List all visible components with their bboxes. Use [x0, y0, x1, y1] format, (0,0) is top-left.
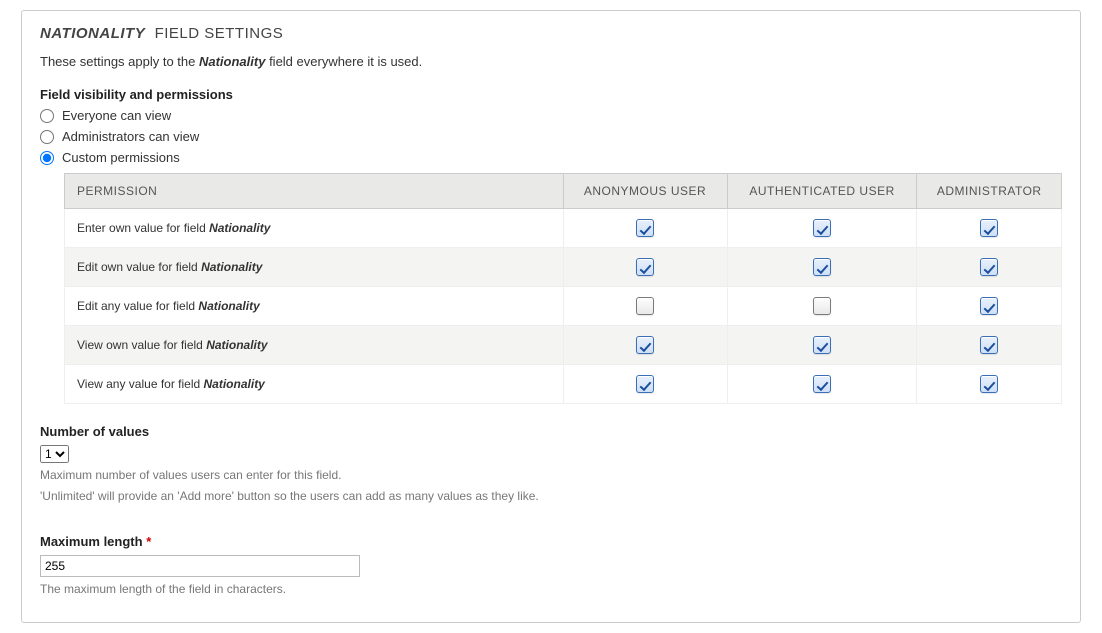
checkbox-anon[interactable] [636, 258, 654, 276]
checkbox-auth[interactable] [813, 297, 831, 315]
permission-cell [727, 365, 917, 404]
permission-cell [727, 209, 917, 248]
checkbox-admin[interactable] [980, 258, 998, 276]
permission-label: View any value for field Nationality [65, 365, 564, 404]
radio-everyone-input[interactable] [40, 109, 54, 123]
col-anonymous: ANONYMOUS USER [563, 174, 727, 209]
radio-label: Custom permissions [62, 150, 180, 165]
permission-label: Edit any value for field Nationality [65, 287, 564, 326]
checkbox-auth[interactable] [813, 219, 831, 237]
radio-custom-permissions[interactable]: Custom permissions [40, 150, 1062, 165]
radio-administrators-can-view[interactable]: Administrators can view [40, 129, 1062, 144]
checkbox-anon[interactable] [636, 297, 654, 315]
field-settings-panel: NATIONALITY FIELD SETTINGS These setting… [21, 10, 1081, 623]
permission-cell [563, 248, 727, 287]
permission-cell [917, 248, 1062, 287]
maximum-length-help: The maximum length of the field in chara… [40, 581, 1062, 598]
number-of-values-select[interactable]: 1 [40, 445, 69, 463]
permission-cell [563, 287, 727, 326]
panel-title-field: NATIONALITY [40, 25, 145, 42]
permission-cell [563, 326, 727, 365]
panel-title-suffix: FIELD SETTINGS [155, 25, 284, 42]
permission-label: Edit own value for field Nationality [65, 248, 564, 287]
radio-label: Administrators can view [62, 129, 199, 144]
permissions-table-wrap: PERMISSION ANONYMOUS USER AUTHENTICATED … [64, 173, 1062, 404]
col-authenticated: AUTHENTICATED USER [727, 174, 917, 209]
permission-label: Enter own value for field Nationality [65, 209, 564, 248]
checkbox-auth[interactable] [813, 336, 831, 354]
checkbox-anon[interactable] [636, 336, 654, 354]
checkbox-auth[interactable] [813, 375, 831, 393]
permission-cell [917, 326, 1062, 365]
table-row: View own value for field Nationality [65, 326, 1062, 365]
table-row: Enter own value for field Nationality [65, 209, 1062, 248]
table-header-row: PERMISSION ANONYMOUS USER AUTHENTICATED … [65, 174, 1062, 209]
panel-title: NATIONALITY FIELD SETTINGS [40, 25, 1062, 42]
maximum-length-heading: Maximum length * [40, 534, 1062, 549]
permissions-table: PERMISSION ANONYMOUS USER AUTHENTICATED … [64, 173, 1062, 404]
table-row: View any value for field Nationality [65, 365, 1062, 404]
permission-cell [917, 209, 1062, 248]
intro-text: These settings apply to the Nationality … [40, 54, 1062, 69]
permission-cell [917, 365, 1062, 404]
permission-cell [727, 326, 917, 365]
checkbox-admin[interactable] [980, 336, 998, 354]
col-permission: PERMISSION [65, 174, 564, 209]
checkbox-anon[interactable] [636, 219, 654, 237]
table-row: Edit any value for field Nationality [65, 287, 1062, 326]
checkbox-admin[interactable] [980, 219, 998, 237]
visibility-heading: Field visibility and permissions [40, 87, 1062, 102]
checkbox-admin[interactable] [980, 375, 998, 393]
maximum-length-block: Maximum length * The maximum length of t… [40, 534, 1062, 598]
permission-cell [917, 287, 1062, 326]
maximum-length-input[interactable] [40, 555, 360, 577]
radio-label: Everyone can view [62, 108, 171, 123]
permission-cell [727, 287, 917, 326]
number-of-values-heading: Number of values [40, 424, 1062, 439]
checkbox-admin[interactable] [980, 297, 998, 315]
table-row: Edit own value for field Nationality [65, 248, 1062, 287]
number-of-values-help-2: 'Unlimited' will provide an 'Add more' b… [40, 488, 1062, 505]
checkbox-auth[interactable] [813, 258, 831, 276]
col-administrator: ADMINISTRATOR [917, 174, 1062, 209]
required-mark: * [146, 534, 151, 549]
permission-cell [563, 209, 727, 248]
number-of-values-block: Number of values 1 Maximum number of val… [40, 424, 1062, 506]
radio-everyone-can-view[interactable]: Everyone can view [40, 108, 1062, 123]
number-of-values-help-1: Maximum number of values users can enter… [40, 467, 1062, 484]
permission-cell [563, 365, 727, 404]
radio-admins-input[interactable] [40, 130, 54, 144]
permission-label: View own value for field Nationality [65, 326, 564, 365]
checkbox-anon[interactable] [636, 375, 654, 393]
permission-cell [727, 248, 917, 287]
radio-custom-input[interactable] [40, 151, 54, 165]
